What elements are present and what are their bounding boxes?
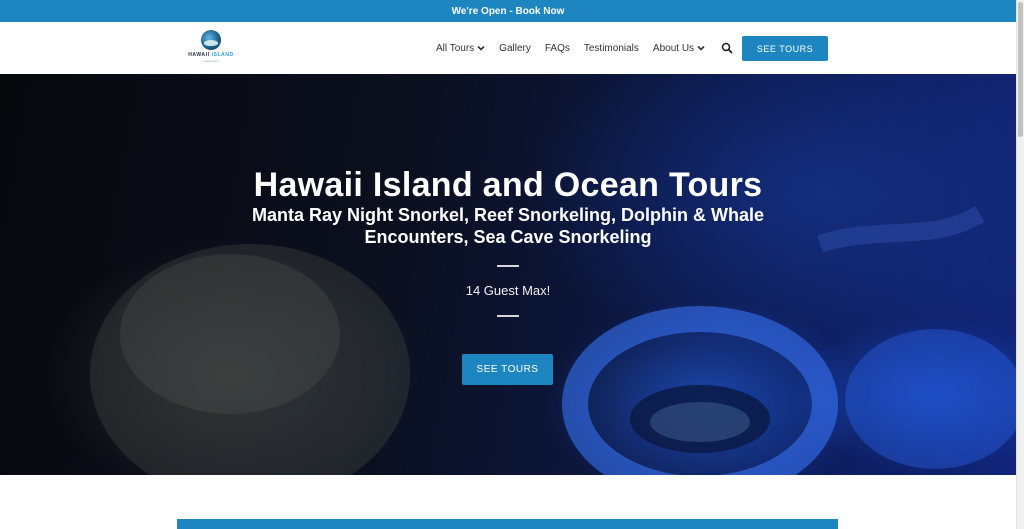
site-logo[interactable]: HAWAII ISLAND ocean tours (186, 30, 236, 66)
announcement-text[interactable]: We're Open - Book Now (452, 6, 565, 17)
logo-tagline: ocean tours (203, 59, 219, 63)
nav-item-gallery[interactable]: Gallery (499, 43, 531, 54)
site-header: HAWAII ISLAND ocean tours All Tours Gall… (0, 22, 1016, 74)
hero-banner: Hawaii Island and Ocean Tours Manta Ray … (0, 74, 1016, 475)
logo-globe-icon (201, 30, 221, 50)
hero-manta-inner (650, 402, 750, 442)
nav-item-faqs[interactable]: FAQs (545, 43, 570, 54)
nav-item-testimonials[interactable]: Testimonials (584, 43, 639, 54)
chevron-down-icon (477, 45, 485, 51)
content-section-header (177, 519, 838, 529)
search-icon[interactable] (721, 42, 733, 54)
hero-coral-right (845, 329, 1016, 469)
scrollbar-thumb[interactable] (1018, 2, 1023, 137)
nav-item-about-us[interactable]: About Us (653, 43, 705, 54)
chevron-down-icon (697, 45, 705, 51)
hero-subtitle: Manta Ray Night Snorkel, Reef Snorkeling… (251, 205, 765, 247)
hero-tagline: 14 Guest Max! (465, 283, 551, 298)
logo-wordmark: HAWAII ISLAND (188, 52, 234, 58)
page-scrollbar[interactable] (1016, 0, 1024, 529)
hero-divider-bottom (497, 315, 519, 317)
hero-background-art (90, 206, 1016, 475)
hero-divider-top (497, 265, 519, 267)
see-tours-button-header[interactable]: SEE TOURS (742, 36, 828, 61)
hero-title: Hawaii Island and Ocean Tours (253, 166, 763, 204)
nav-item-all-tours[interactable]: All Tours (436, 43, 485, 54)
hero-rock-left-highlight (120, 254, 340, 414)
see-tours-button-hero[interactable]: SEE TOURS (462, 354, 553, 385)
announcement-bar[interactable]: We're Open - Book Now (0, 0, 1016, 22)
main-nav: All Tours Gallery FAQs Testimonials Abou… (436, 22, 733, 74)
hero-manta-fin (817, 206, 985, 253)
